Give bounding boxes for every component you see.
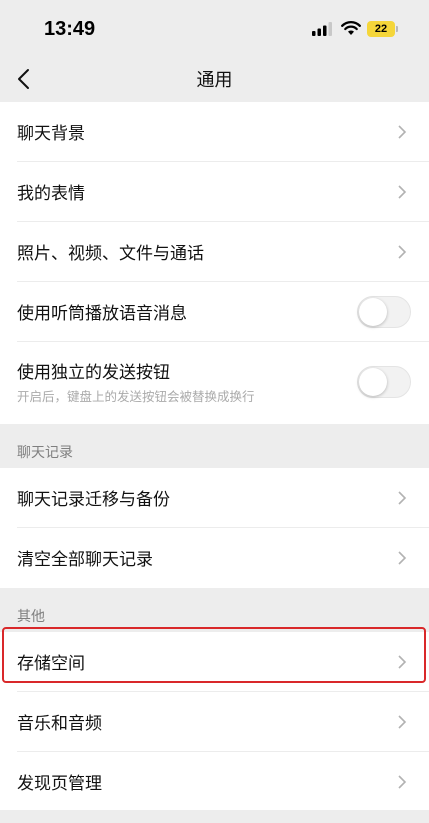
bottom-background <box>0 810 429 823</box>
chevron-right-icon <box>398 125 407 139</box>
chevron-right-icon <box>398 185 407 199</box>
settings-list: 聊天背景 我的表情 照片、视频、文件与通话 使用听筒播放语音消息 使用独立的发送… <box>0 102 429 812</box>
setting-photos-videos-files-calls[interactable]: 照片、视频、文件与通话 <box>0 222 429 282</box>
setting-my-stickers[interactable]: 我的表情 <box>0 162 429 222</box>
send-button-toggle[interactable] <box>357 366 411 398</box>
setting-label: 聊天记录迁移与备份 <box>17 490 170 510</box>
setting-label: 使用听筒播放语音消息 <box>17 304 187 324</box>
setting-label: 使用独立的发送按钮 <box>17 363 170 383</box>
nav-bar: 通用 <box>0 58 429 102</box>
setting-label: 清空全部聊天记录 <box>17 550 153 570</box>
chevron-right-icon <box>398 775 407 789</box>
section-header-chat-history: 聊天记录 <box>0 424 429 468</box>
battery-level: 22 <box>374 23 388 35</box>
chevron-right-icon <box>398 655 407 669</box>
page-title: 通用 <box>196 70 233 91</box>
setting-chat-migrate-backup[interactable]: 聊天记录迁移与备份 <box>0 468 429 528</box>
wifi-icon <box>341 21 361 35</box>
setting-label: 我的表情 <box>17 184 85 204</box>
status-time: 13:49 <box>44 18 96 40</box>
section-title: 聊天记录 <box>17 445 73 461</box>
setting-sublabel: 开启后，键盘上的发送按钮会被替换成换行 <box>17 389 255 404</box>
toggle-knob <box>359 298 387 326</box>
chevron-right-icon <box>398 715 407 729</box>
setting-label: 发现页管理 <box>17 774 102 794</box>
setting-storage[interactable]: 存储空间 <box>0 632 429 692</box>
section-title: 其他 <box>17 609 45 625</box>
chevron-right-icon <box>398 551 407 565</box>
earpiece-toggle[interactable] <box>357 296 411 328</box>
battery-icon: 22 <box>367 21 395 37</box>
setting-discover-management[interactable]: 发现页管理 <box>0 752 429 812</box>
setting-clear-chat-history[interactable]: 清空全部聊天记录 <box>0 528 429 588</box>
toggle-knob <box>359 368 387 396</box>
battery-tip <box>396 26 398 32</box>
setting-label: 照片、视频、文件与通话 <box>17 244 204 264</box>
section-header-other: 其他 <box>0 588 429 632</box>
setting-separate-send-button: 使用独立的发送按钮 开启后，键盘上的发送按钮会被替换成换行 <box>0 342 429 424</box>
signal-icon <box>312 22 332 36</box>
setting-label: 存储空间 <box>17 654 85 674</box>
setting-label: 聊天背景 <box>17 124 85 144</box>
chevron-right-icon <box>398 245 407 259</box>
status-bar: 13:49 22 <box>0 0 429 58</box>
setting-music-audio[interactable]: 音乐和音频 <box>0 692 429 752</box>
setting-earpiece-voice: 使用听筒播放语音消息 <box>0 282 429 342</box>
setting-label: 音乐和音频 <box>17 714 102 734</box>
setting-chat-background[interactable]: 聊天背景 <box>0 102 429 162</box>
chevron-right-icon <box>398 491 407 505</box>
